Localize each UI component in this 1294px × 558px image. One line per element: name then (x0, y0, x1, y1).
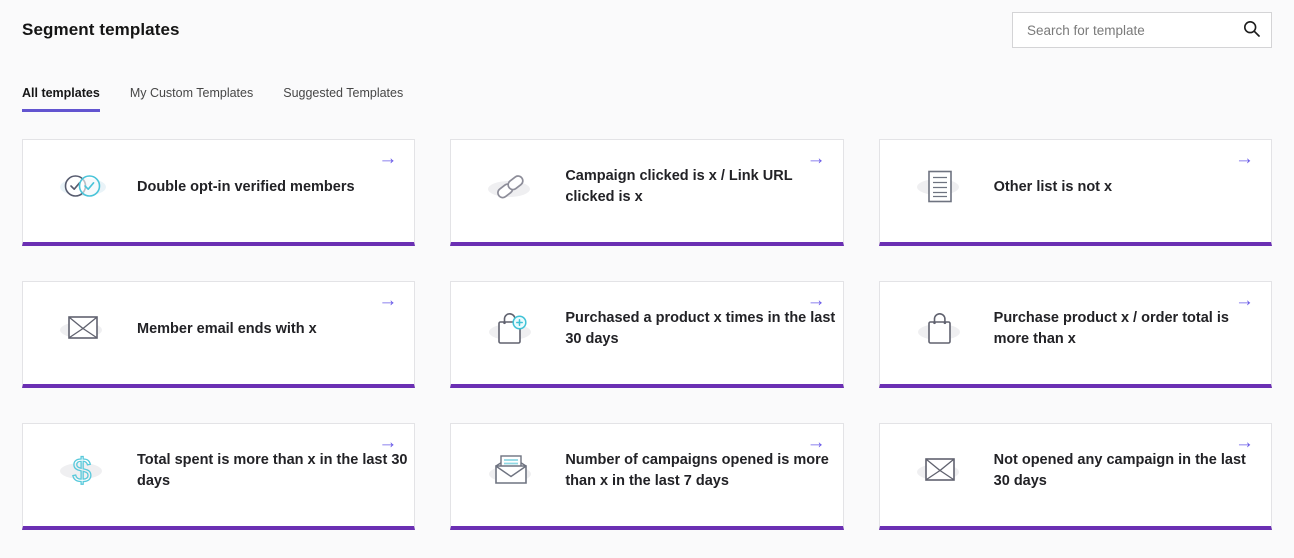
template-card-title: Campaign clicked is x / Link URL clicked… (565, 168, 793, 205)
envelope-open-icon (487, 451, 535, 491)
double-optin-check-icon (59, 167, 107, 207)
template-card-title: Total spent is more than x in the last 3… (137, 452, 408, 489)
template-tabs: All templates My Custom Templates Suggeste… (22, 86, 1272, 112)
shopping-bag-plus-icon (487, 309, 535, 349)
search-input[interactable] (1013, 22, 1231, 38)
template-card-4[interactable]: Member email ends with x → (22, 281, 416, 388)
template-card-9[interactable]: Not opened any campaign in the last 30 d… (878, 423, 1272, 530)
template-card-7[interactable]: $ Total spent is more than x in the last… (22, 423, 416, 530)
arrow-right-icon[interactable]: → (378, 432, 397, 455)
svg-text:$: $ (73, 452, 92, 490)
arrow-right-icon[interactable]: → (807, 290, 826, 313)
template-card-8[interactable]: Number of campaigns opened is more than … (450, 423, 844, 530)
template-card-3[interactable]: Other list is not x → (878, 139, 1272, 246)
template-card-title: Double opt-in verified members (137, 178, 355, 195)
arrow-right-icon[interactable]: → (378, 148, 397, 171)
link-icon (487, 167, 535, 207)
arrow-right-icon[interactable]: → (1235, 432, 1254, 455)
envelope-icon (916, 451, 964, 491)
template-card-title: Other list is not x (993, 178, 1113, 195)
tab-all-templates[interactable]: All templates (22, 86, 100, 112)
template-card-6[interactable]: Purchase product x / order total is more… (878, 281, 1272, 388)
template-search (1012, 12, 1272, 48)
template-card-5[interactable]: Purchased a product x times in the last … (450, 281, 844, 388)
arrow-right-icon[interactable]: → (807, 432, 826, 455)
template-card-title: Member email ends with x (137, 320, 317, 337)
page-header: Segment templates (0, 0, 1294, 48)
envelope-icon (59, 309, 107, 349)
tab-my-custom-templates[interactable]: My Custom Templates (130, 86, 253, 112)
template-card-title: Purchased a product x times in the last … (565, 310, 836, 347)
template-card-title: Number of campaigns opened is more than … (565, 452, 829, 489)
template-card-title: Purchase product x / order total is more… (993, 310, 1229, 347)
arrow-right-icon[interactable]: → (1235, 290, 1254, 313)
template-grid: Double opt-in verified members → Campaig… (22, 139, 1272, 530)
arrow-right-icon[interactable]: → (807, 148, 826, 171)
tab-suggested-templates[interactable]: Suggested Templates (283, 86, 403, 112)
dollar-icon: $ (59, 451, 107, 491)
template-card-title: Not opened any campaign in the last 30 d… (993, 452, 1246, 489)
template-card-2[interactable]: Campaign clicked is x / Link URL clicked… (450, 139, 844, 246)
arrow-right-icon[interactable]: → (1235, 148, 1254, 171)
search-button[interactable] (1231, 13, 1271, 47)
template-card-1[interactable]: Double opt-in verified members → (22, 139, 416, 246)
arrow-right-icon[interactable]: → (378, 290, 397, 313)
shopping-bag-icon (916, 309, 964, 349)
search-icon (1243, 20, 1260, 40)
list-document-icon (916, 167, 964, 207)
